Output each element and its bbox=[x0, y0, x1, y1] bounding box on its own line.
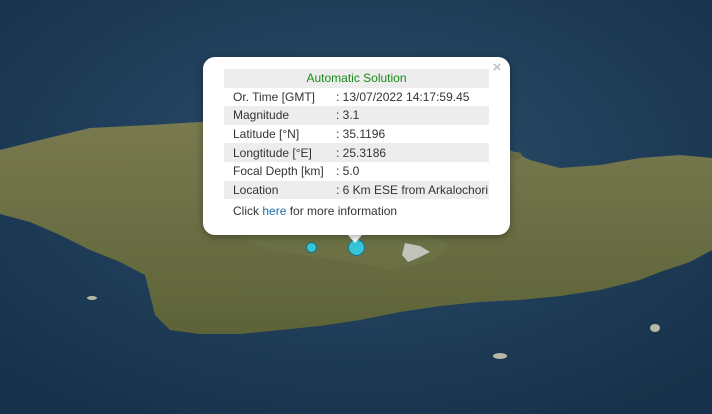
row-label: Longtitude [°E] bbox=[224, 143, 327, 162]
row-value: : 5.0 bbox=[336, 164, 360, 179]
row-label: Magnitude bbox=[224, 106, 327, 125]
row-value: : 3.1 bbox=[327, 106, 489, 125]
row-value: : 6 Km ESE from Arkalochori bbox=[327, 180, 489, 200]
popup-tip bbox=[347, 234, 363, 243]
row-label: Focal Depth [km] bbox=[233, 164, 324, 179]
row-value: : 25.3186 bbox=[327, 143, 489, 162]
close-icon[interactable]: × bbox=[490, 60, 504, 76]
popup-title: Automatic Solution bbox=[224, 69, 489, 88]
row-label: Latitude [°N] bbox=[233, 127, 300, 142]
map-view[interactable]: × Automatic Solution Or. Time [GMT] : 13/… bbox=[0, 0, 712, 414]
row-value: : 35.1196 bbox=[336, 127, 386, 142]
earthquake-popup: × Automatic Solution Or. Time [GMT] : 13/… bbox=[203, 57, 510, 235]
more-info-text: Click here for more information bbox=[233, 204, 397, 218]
row-value: : 13/07/2022 14:17:59.45 bbox=[336, 89, 470, 104]
info-table: Automatic Solution Or. Time [GMT] : 13/07… bbox=[224, 69, 489, 200]
row-label: Or. Time [GMT] bbox=[233, 89, 316, 104]
row-label: Location bbox=[224, 180, 327, 200]
earthquake-marker-secondary[interactable] bbox=[306, 242, 317, 253]
more-info-link[interactable]: here bbox=[262, 204, 286, 218]
more-suffix: for more information bbox=[286, 204, 398, 218]
more-prefix: Click bbox=[233, 204, 263, 218]
